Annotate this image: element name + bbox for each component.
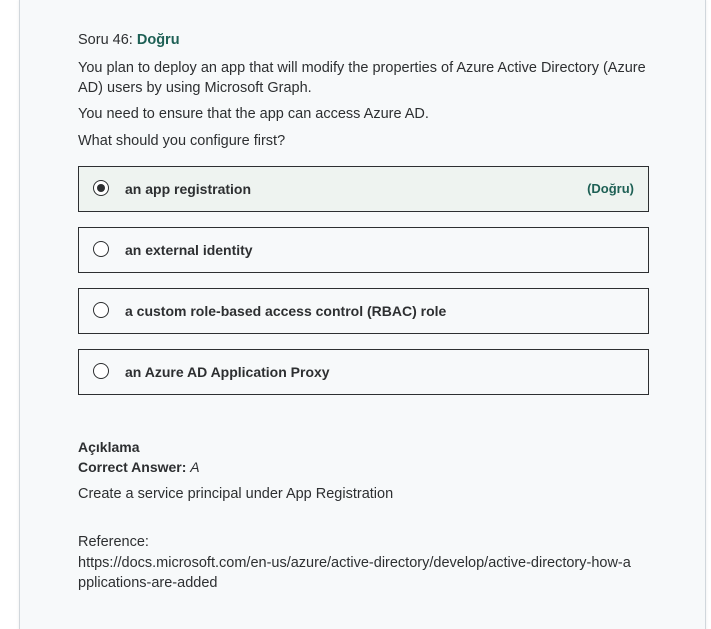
answer-option-label: an external identity	[125, 242, 253, 258]
correct-answer: Correct Answer: A	[78, 458, 200, 476]
question-header: Soru 46: Doğru	[78, 31, 180, 49]
radio-unselected-icon[interactable]	[93, 241, 109, 257]
radio-unselected-icon[interactable]	[93, 363, 109, 379]
question-text: You plan to deploy an app that will modi…	[78, 60, 646, 96]
answer-option-b[interactable]: an external identity	[78, 227, 649, 273]
result-status: Doğru	[136, 32, 180, 48]
question-requirement: You need to ensure that the app can acce…	[78, 106, 429, 122]
explanation-text: Create a service principal under App Reg…	[78, 486, 394, 502]
viewport: Soru 46: Doğru You plan to deploy an app…	[0, 0, 711, 629]
correct-tag: (Doğru)	[587, 181, 634, 196]
answer-option-a[interactable]: an app registration (Doğru)	[78, 166, 649, 212]
answer-option-c[interactable]: a custom role-based access control (RBAC…	[78, 288, 649, 334]
question-prompt: What should you configure first?	[78, 133, 286, 149]
question-number: Soru 46:	[78, 32, 133, 48]
correct-answer-value: A	[190, 459, 200, 475]
answer-option-d[interactable]: an Azure AD Application Proxy	[78, 349, 649, 395]
reference-link[interactable]: https://docs.microsoft.com/en-us/azure/a…	[78, 553, 638, 593]
answer-option-label: an app registration	[125, 181, 252, 197]
question-panel: Soru 46: Doğru You plan to deploy an app…	[19, 0, 706, 629]
answer-option-label: a custom role-based access control (RBAC…	[125, 303, 447, 319]
radio-selected-icon[interactable]	[93, 180, 109, 196]
reference-label: Reference:	[78, 534, 149, 550]
answer-option-label: an Azure AD Application Proxy	[125, 364, 330, 380]
correct-answer-label: Correct Answer:	[78, 459, 187, 475]
explanation-title: Açıklama	[78, 439, 140, 455]
radio-unselected-icon[interactable]	[93, 302, 109, 318]
